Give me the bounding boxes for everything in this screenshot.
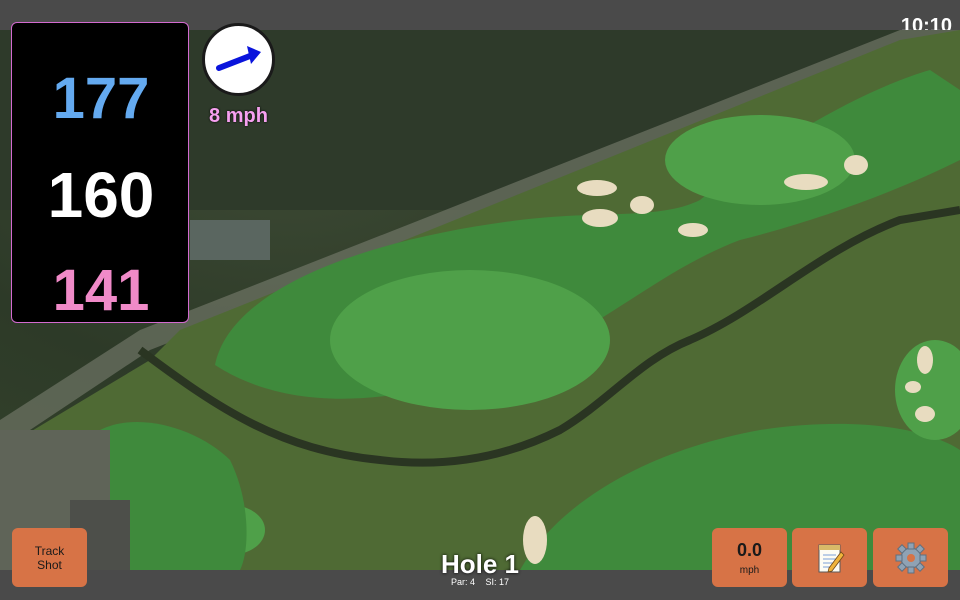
gear-icon bbox=[895, 542, 926, 573]
track-shot-button[interactable]: Track Shot bbox=[12, 528, 87, 587]
front-distance: 141 bbox=[52, 258, 150, 323]
back-distance: 177 bbox=[52, 66, 150, 131]
distance-panel: 177 160 141 bbox=[11, 22, 189, 323]
hole-si: SI: 17 bbox=[485, 577, 510, 587]
wind-readout-value: 0.0 bbox=[736, 539, 763, 560]
settings-button[interactable] bbox=[873, 528, 948, 587]
wind-readout-unit: mph bbox=[739, 564, 760, 576]
wind-speed-label: 8 mph bbox=[209, 105, 268, 127]
track-shot-label-1: Track bbox=[34, 543, 65, 558]
notepad-icon bbox=[818, 544, 845, 573]
notes-button[interactable] bbox=[792, 528, 867, 587]
track-shot-label-2: Shot bbox=[37, 557, 62, 572]
wind-indicator[interactable] bbox=[202, 23, 275, 96]
hole-meta: Par: 4 SI: 17 bbox=[380, 577, 580, 587]
hole-title: Hole 1 bbox=[440, 549, 520, 579]
hole-par: Par: 4 bbox=[450, 577, 475, 587]
arrow-right-icon bbox=[216, 46, 261, 71]
center-distance: 160 bbox=[47, 159, 155, 231]
wind-speed-button[interactable]: 0.0 mph bbox=[712, 528, 787, 587]
